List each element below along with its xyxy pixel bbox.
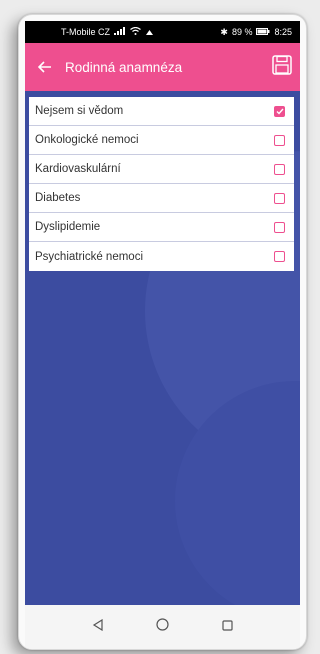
- list-item[interactable]: Dyslipidemie: [29, 213, 294, 242]
- app-toolbar: Rodinná anamnéza: [25, 43, 300, 91]
- list-item[interactable]: Nejsem si vědom: [29, 97, 294, 126]
- battery-icon: [256, 27, 270, 37]
- cloud-icon: [145, 27, 154, 37]
- wifi-icon: [130, 26, 141, 37]
- family-history-list: Nejsem si vědom Onkologické nemoci Kardi…: [29, 97, 294, 271]
- checkbox[interactable]: [274, 221, 285, 233]
- checkbox[interactable]: [274, 134, 285, 146]
- list-item[interactable]: Diabetes: [29, 184, 294, 213]
- item-label: Diabetes: [35, 192, 81, 204]
- item-label: Psychiatrické nemoci: [35, 250, 144, 263]
- status-bar: T-Mobile CZ ✱ 89 % 8:25: [25, 21, 300, 43]
- signal-icon: [114, 27, 126, 37]
- floppy-disk-icon: [272, 54, 292, 80]
- app-screen: T-Mobile CZ ✱ 89 % 8:25 Rodinná anamnéza…: [25, 21, 300, 605]
- checkbox[interactable]: [274, 192, 285, 204]
- bluetooth-icon: ✱: [220, 26, 228, 37]
- triangle-back-icon: [92, 618, 104, 636]
- checkbox[interactable]: [274, 105, 285, 117]
- nav-back-button[interactable]: [83, 612, 113, 642]
- nav-recents-button[interactable]: [213, 612, 243, 642]
- save-button[interactable]: [264, 43, 300, 91]
- checkbox[interactable]: [274, 251, 285, 262]
- arrow-left-icon: [37, 57, 52, 77]
- carrier-label: T-Mobile CZ: [61, 27, 111, 37]
- page-title: Rodinná anamnéza: [65, 59, 183, 75]
- item-label: Nejsem si vědom: [35, 105, 124, 117]
- nav-home-button[interactable]: [148, 612, 178, 642]
- list-item[interactable]: Kardiovaskulární: [29, 155, 294, 184]
- square-recents-icon: [222, 618, 233, 636]
- list-item[interactable]: Psychiatrické nemoci: [29, 242, 294, 271]
- list-item[interactable]: Onkologické nemoci: [29, 126, 294, 155]
- item-label: Onkologické nemoci: [35, 134, 139, 146]
- checkbox[interactable]: [274, 163, 285, 175]
- item-label: Dyslipidemie: [35, 221, 101, 233]
- phone-frame: T-Mobile CZ ✱ 89 % 8:25 Rodinná anamnéza…: [18, 14, 307, 650]
- system-nav-bar: [25, 605, 300, 649]
- circle-home-icon: [156, 618, 169, 636]
- back-button[interactable]: [25, 57, 65, 78]
- item-label: Kardiovaskulární: [35, 163, 121, 175]
- battery-percent: 89 %: [231, 27, 253, 37]
- clock: 8:25: [274, 27, 292, 37]
